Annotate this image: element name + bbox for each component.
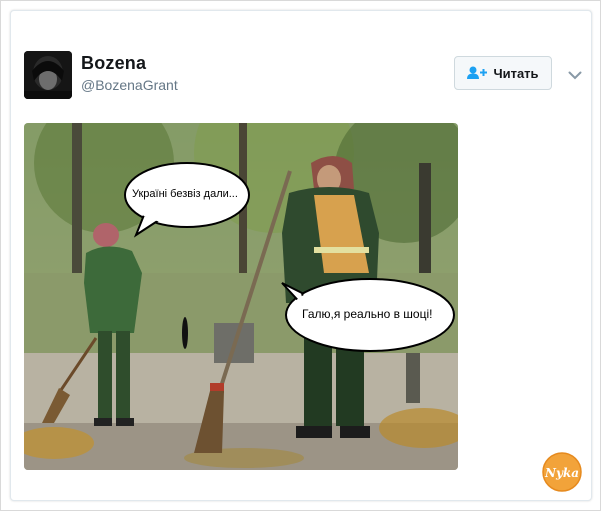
avatar[interactable] (24, 51, 72, 99)
tweet-photo[interactable]: Україні безвіз дали... Галю,я реально в … (24, 123, 458, 470)
chevron-down-icon (568, 71, 582, 80)
screenshot-frame: Bozena @BozenaGrant Читать Україні безві… (0, 0, 601, 511)
tweet-menu-button[interactable] (568, 67, 582, 85)
follow-button-label: Читать (493, 65, 539, 81)
display-name[interactable]: Bozena (81, 53, 146, 74)
avatar-image (24, 51, 72, 99)
add-user-icon (467, 66, 488, 79)
speech-bubble-left-text: Україні безвіз дали... (132, 188, 238, 200)
watermark-text: Nyka (544, 466, 580, 480)
user-handle[interactable]: @BozenaGrant (81, 77, 178, 93)
follow-button[interactable]: Читать (454, 56, 552, 90)
speech-bubble-right-text: Галю,я реально в шоці! (302, 307, 433, 321)
tweet-card: Bozena @BozenaGrant Читать Україні безві… (10, 10, 592, 501)
street-sweepers-meme-image (24, 123, 458, 470)
